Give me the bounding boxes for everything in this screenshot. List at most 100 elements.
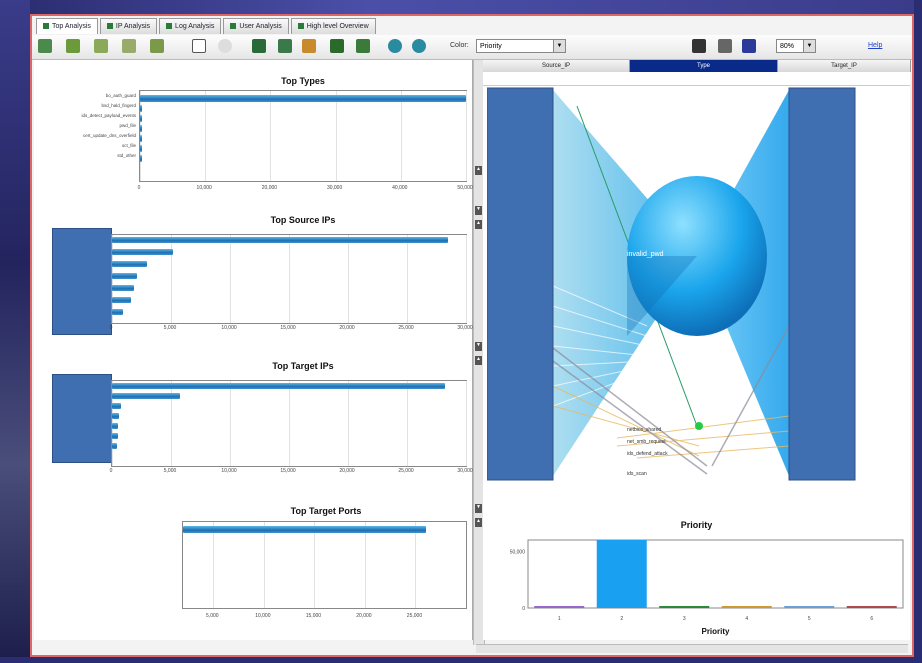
tick-label: 20,000 — [339, 468, 355, 474]
bar[interactable] — [112, 249, 174, 255]
tick-label: 20,000 — [339, 325, 355, 331]
type-label: ids_defend_attack — [627, 451, 668, 457]
priority-bar[interactable] — [846, 606, 897, 608]
charts-pane: Top Types Top Source IPs Top Target IPs … — [34, 60, 473, 640]
bar[interactable] — [112, 433, 118, 439]
priority-bar[interactable] — [721, 606, 772, 608]
tick-label: 10,000 — [221, 325, 237, 331]
new-page-icon[interactable] — [192, 39, 206, 53]
open-icon[interactable] — [38, 39, 52, 53]
color-select[interactable]: Priority ▼ — [476, 39, 566, 53]
bar[interactable] — [140, 105, 142, 112]
category-label: bsd_hald_fingerd — [101, 103, 136, 108]
zoom-select[interactable]: 80% ▼ — [776, 39, 816, 53]
printer-icon[interactable] — [718, 39, 732, 53]
x-axis-label: Priority — [701, 627, 730, 636]
bar[interactable] — [140, 115, 142, 122]
bar[interactable] — [112, 309, 123, 315]
save-icon[interactable] — [66, 39, 80, 53]
export-icon[interactable] — [94, 39, 108, 53]
tick-label: 5,000 — [206, 613, 219, 619]
top-types-plot — [139, 90, 467, 182]
layout-icon[interactable] — [278, 39, 292, 53]
tick-label: 30,000 — [457, 468, 473, 474]
bar[interactable] — [112, 403, 122, 409]
filter-row — [483, 73, 910, 86]
target-ip-column[interactable] — [788, 87, 856, 481]
gridline — [407, 235, 408, 323]
tab-log-analysis[interactable]: Log Analysis — [159, 18, 222, 34]
priority-bar[interactable] — [784, 606, 835, 608]
selected-node-dot[interactable] — [695, 422, 703, 430]
tick-label: 0 — [109, 325, 113, 331]
bar[interactable] — [112, 273, 137, 279]
expand-arrow-icon[interactable]: ▼ — [475, 206, 482, 215]
group-icon[interactable] — [356, 39, 370, 53]
bar[interactable] — [112, 237, 449, 243]
highlight-icon[interactable] — [302, 39, 316, 53]
binoculars-icon[interactable] — [692, 39, 706, 53]
priority-bar[interactable] — [534, 606, 585, 608]
tick-label: 50,000 — [510, 549, 526, 555]
tab-label: High level Overview — [306, 23, 369, 30]
tick-label: 20,000 — [261, 185, 278, 191]
top-target-ports-plot — [182, 521, 467, 609]
print-icon[interactable] — [122, 39, 136, 53]
gridline — [415, 522, 417, 608]
column-header-source-ip[interactable]: Source_IP — [483, 60, 630, 72]
chart-title: Top Target Ports — [290, 506, 362, 516]
tick-label: 30,000 — [326, 185, 343, 191]
copy-icon[interactable] — [150, 39, 164, 53]
tab-ip-analysis[interactable]: IP Analysis — [99, 18, 158, 34]
horizontal-scrollbar[interactable] — [476, 644, 908, 653]
priority-bar[interactable] — [596, 540, 647, 608]
gridline — [348, 381, 349, 466]
column-header-type[interactable]: Type — [630, 60, 778, 72]
gridline — [289, 235, 290, 323]
column-header-target-ip[interactable]: Target_IP — [778, 60, 911, 72]
bar[interactable] — [112, 413, 120, 419]
bar[interactable] — [112, 261, 148, 267]
tick-label: 0 — [522, 606, 525, 612]
priority-bar[interactable] — [659, 606, 710, 608]
tab-bar: Top Analysis IP Analysis Log Analysis Us… — [36, 18, 376, 34]
bar[interactable] — [183, 526, 426, 533]
bar[interactable] — [112, 285, 135, 291]
tab-user-analysis[interactable]: User Analysis — [223, 18, 289, 34]
source-ip-column[interactable] — [487, 87, 554, 481]
gridline — [213, 522, 215, 608]
bar[interactable] — [140, 135, 142, 142]
tab-label: IP Analysis — [115, 23, 151, 30]
gridline — [230, 235, 231, 323]
tab-label: Top Analysis — [52, 23, 91, 30]
expand-arrow-icon[interactable]: ▼ — [475, 504, 482, 513]
tick-label: 5,000 — [163, 468, 177, 474]
grid-icon[interactable] — [252, 39, 266, 53]
redo-icon[interactable] — [412, 39, 426, 53]
undo-icon[interactable] — [388, 39, 402, 53]
bar[interactable] — [112, 423, 118, 429]
color-label: Color: — [450, 42, 469, 49]
tab-high-level-overview[interactable]: High level Overview — [290, 18, 376, 34]
collapse-arrow-icon[interactable]: ▲ — [475, 356, 482, 365]
filter-icon[interactable] — [330, 39, 344, 53]
pointer-icon[interactable] — [218, 39, 232, 53]
bar[interactable] — [112, 393, 181, 399]
bar[interactable] — [140, 95, 466, 102]
bar[interactable] — [140, 125, 142, 132]
bar[interactable] — [112, 443, 118, 449]
collapse-arrow-icon[interactable]: ▲ — [475, 166, 482, 175]
bar[interactable] — [140, 155, 142, 162]
gridline — [335, 91, 337, 181]
gridline — [263, 522, 265, 608]
collapse-arrow-icon[interactable]: ▲ — [475, 220, 482, 229]
help-link[interactable]: Help — [868, 42, 882, 49]
collapse-arrow-icon[interactable]: ▲ — [475, 518, 482, 527]
zoom-fit-icon[interactable] — [742, 39, 756, 53]
tab-top-analysis[interactable]: Top Analysis — [36, 18, 98, 34]
expand-arrow-icon[interactable]: ▼ — [475, 342, 482, 351]
gridline — [466, 235, 467, 323]
bar[interactable] — [112, 383, 445, 389]
bar[interactable] — [140, 145, 142, 152]
bar[interactable] — [112, 297, 131, 303]
